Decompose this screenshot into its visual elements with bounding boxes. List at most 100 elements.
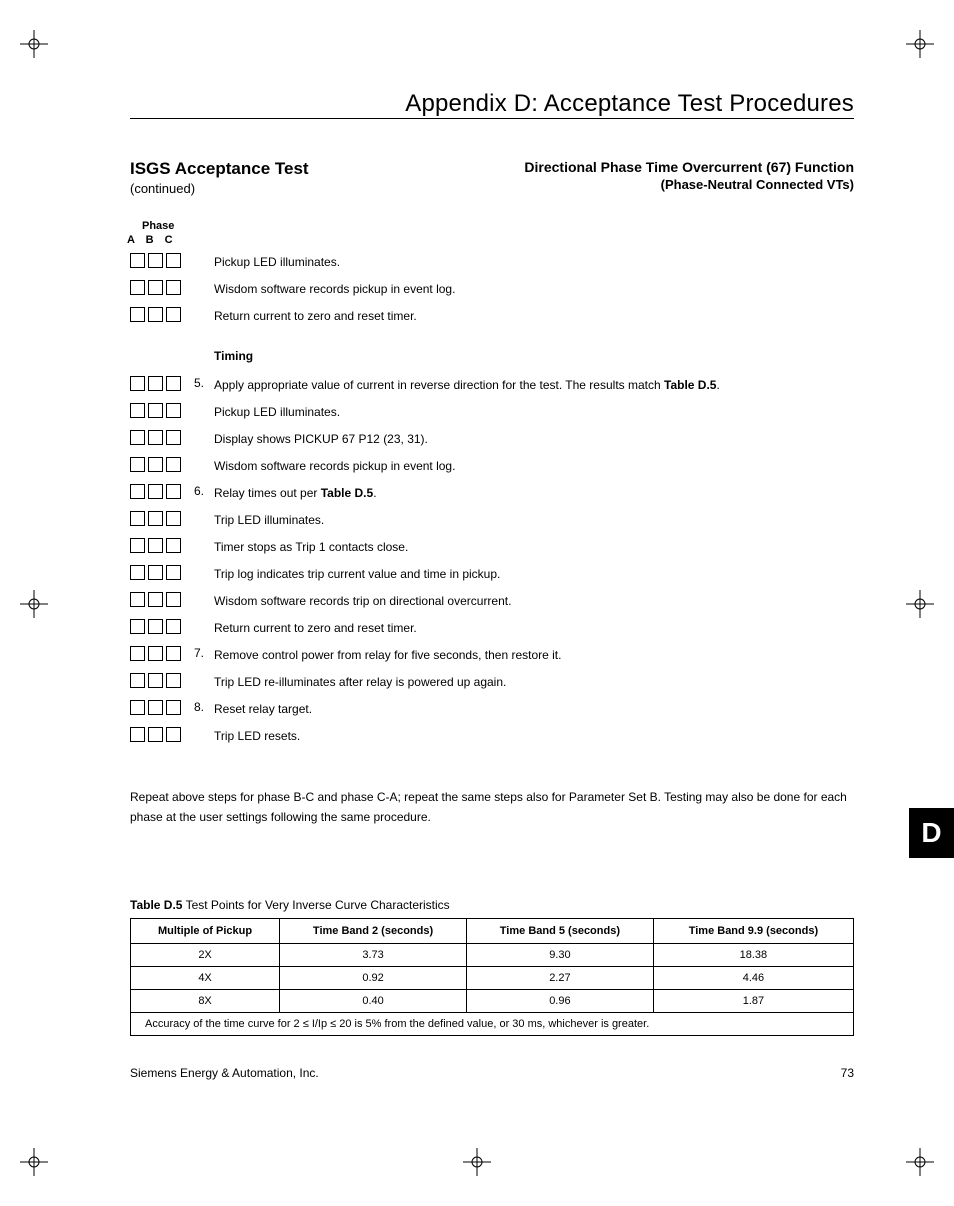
checkbox-b[interactable] bbox=[148, 727, 163, 742]
checkbox-c[interactable] bbox=[166, 253, 181, 268]
checkbox-a[interactable] bbox=[130, 430, 145, 445]
step-text: Pickup LED illuminates. bbox=[214, 402, 854, 421]
phase-checkboxes bbox=[130, 279, 194, 295]
checklist-row: Return current to zero and reset timer. bbox=[130, 618, 854, 645]
table-cell: 4X bbox=[131, 966, 280, 989]
checkbox-b[interactable] bbox=[148, 253, 163, 268]
checkbox-c[interactable] bbox=[166, 457, 181, 472]
step-text: Trip log indicates trip current value an… bbox=[214, 564, 854, 583]
phase-columns: A B C bbox=[127, 234, 854, 246]
phase-header: Phase bbox=[142, 220, 854, 232]
checkbox-a[interactable] bbox=[130, 280, 145, 295]
checkbox-b[interactable] bbox=[148, 673, 163, 688]
checkbox-a[interactable] bbox=[130, 592, 145, 607]
step-text: Wisdom software records pickup in event … bbox=[214, 279, 854, 298]
checkbox-b[interactable] bbox=[148, 565, 163, 580]
table-header-cell: Multiple of Pickup bbox=[131, 918, 280, 943]
step-text: Display shows PICKUP 67 P12 (23, 31). bbox=[214, 429, 854, 448]
checkbox-c[interactable] bbox=[166, 376, 181, 391]
phase-checkboxes bbox=[130, 591, 194, 607]
checkbox-c[interactable] bbox=[166, 484, 181, 499]
checkbox-c[interactable] bbox=[166, 538, 181, 553]
checkbox-a[interactable] bbox=[130, 727, 145, 742]
checklist-row: 6.Relay times out per Table D.5. bbox=[130, 483, 854, 510]
checkbox-a[interactable] bbox=[130, 253, 145, 268]
phase-checkboxes bbox=[130, 564, 194, 580]
table-caption-text: Test Points for Very Inverse Curve Chara… bbox=[182, 898, 449, 912]
table-cell: 2.27 bbox=[466, 966, 653, 989]
checkbox-b[interactable] bbox=[148, 511, 163, 526]
table-cell: 18.38 bbox=[653, 943, 853, 966]
checkbox-a[interactable] bbox=[130, 376, 145, 391]
checkbox-b[interactable] bbox=[148, 430, 163, 445]
table-caption-bold: Table D.5 bbox=[130, 898, 182, 912]
phase-checkboxes bbox=[130, 306, 194, 322]
phase-checkboxes bbox=[130, 429, 194, 445]
checkbox-c[interactable] bbox=[166, 646, 181, 661]
checkbox-b[interactable] bbox=[148, 619, 163, 634]
footer-page-number: 73 bbox=[841, 1066, 854, 1080]
checkbox-c[interactable] bbox=[166, 403, 181, 418]
phase-checkboxes bbox=[130, 645, 194, 661]
checkbox-b[interactable] bbox=[148, 307, 163, 322]
checkbox-a[interactable] bbox=[130, 538, 145, 553]
checkbox-c[interactable] bbox=[166, 727, 181, 742]
function-subtitle: (Phase-Neutral Connected VTs) bbox=[524, 177, 854, 192]
phase-checkboxes bbox=[130, 699, 194, 715]
step-text: Pickup LED illuminates. bbox=[214, 252, 854, 271]
checkbox-b[interactable] bbox=[148, 592, 163, 607]
checkbox-b[interactable] bbox=[148, 280, 163, 295]
table-cell: 2X bbox=[131, 943, 280, 966]
checkbox-c[interactable] bbox=[166, 592, 181, 607]
checkbox-c[interactable] bbox=[166, 673, 181, 688]
phase-checkboxes bbox=[130, 672, 194, 688]
phase-checkboxes bbox=[130, 252, 194, 268]
footer-company: Siemens Energy & Automation, Inc. bbox=[130, 1066, 319, 1080]
checkbox-c[interactable] bbox=[166, 307, 181, 322]
checkbox-a[interactable] bbox=[130, 619, 145, 634]
phase-checkboxes bbox=[130, 375, 194, 391]
step-number bbox=[194, 456, 214, 457]
step-text: Remove control power from relay for five… bbox=[214, 645, 854, 664]
crop-mark-br bbox=[906, 1148, 934, 1176]
step-text: Relay times out per Table D.5. bbox=[214, 483, 854, 502]
table-cell: 0.92 bbox=[280, 966, 467, 989]
checklist-row: Trip log indicates trip current value an… bbox=[130, 564, 854, 591]
checkbox-a[interactable] bbox=[130, 511, 145, 526]
checkbox-c[interactable] bbox=[166, 511, 181, 526]
checkbox-b[interactable] bbox=[148, 646, 163, 661]
crop-mark-bc bbox=[463, 1148, 491, 1176]
checkbox-b[interactable] bbox=[148, 376, 163, 391]
step-number bbox=[194, 279, 214, 280]
table-row: 8X0.400.961.87 bbox=[131, 989, 854, 1012]
crop-mark-bl bbox=[20, 1148, 48, 1176]
checkbox-c[interactable] bbox=[166, 430, 181, 445]
checkbox-a[interactable] bbox=[130, 484, 145, 499]
checkbox-a[interactable] bbox=[130, 673, 145, 688]
checkbox-c[interactable] bbox=[166, 565, 181, 580]
checkbox-c[interactable] bbox=[166, 280, 181, 295]
checkbox-b[interactable] bbox=[148, 484, 163, 499]
checkbox-c[interactable] bbox=[166, 700, 181, 715]
table-header-cell: Time Band 9.9 (seconds) bbox=[653, 918, 853, 943]
checkbox-a[interactable] bbox=[130, 457, 145, 472]
checkbox-a[interactable] bbox=[130, 700, 145, 715]
table-cell: 8X bbox=[131, 989, 280, 1012]
phase-checkboxes bbox=[130, 456, 194, 472]
checkbox-b[interactable] bbox=[148, 700, 163, 715]
checkbox-b[interactable] bbox=[148, 538, 163, 553]
page-footer: Siemens Energy & Automation, Inc. 73 bbox=[130, 1066, 854, 1080]
checkbox-a[interactable] bbox=[130, 403, 145, 418]
title-rule bbox=[130, 118, 854, 119]
phase-checkboxes bbox=[130, 726, 194, 742]
checkbox-a[interactable] bbox=[130, 565, 145, 580]
step-text: Trip LED illuminates. bbox=[214, 510, 854, 529]
checkbox-a[interactable] bbox=[130, 307, 145, 322]
checkbox-a[interactable] bbox=[130, 646, 145, 661]
checkbox-c[interactable] bbox=[166, 619, 181, 634]
checkbox-b[interactable] bbox=[148, 457, 163, 472]
checkbox-b[interactable] bbox=[148, 403, 163, 418]
step-number: 8. bbox=[194, 699, 214, 714]
phase-checkboxes bbox=[130, 483, 194, 499]
step-number bbox=[194, 618, 214, 619]
